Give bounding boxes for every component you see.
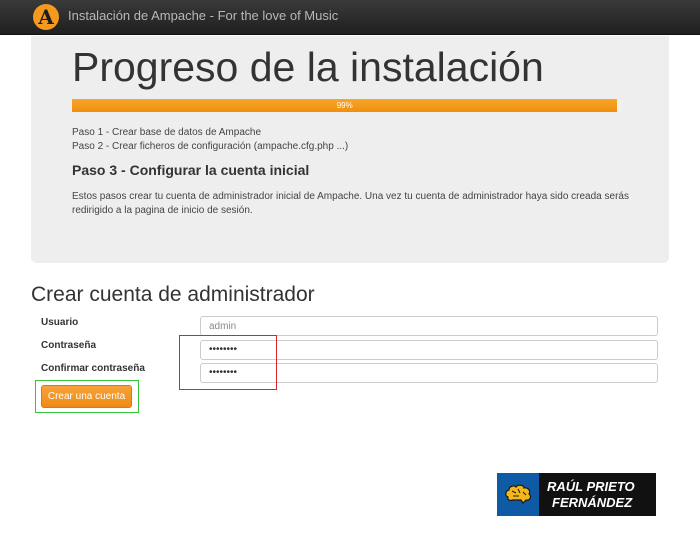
install-progress-bar: 99% — [72, 99, 623, 112]
current-step-heading: Paso 3 - Configurar la cuenta inicial — [72, 162, 310, 178]
author-name: RAÚL PRIETO FERNÁNDEZ — [539, 479, 635, 511]
app-title[interactable]: Instalación de Ampache - For the love of… — [68, 8, 338, 23]
username-input[interactable] — [200, 316, 658, 336]
create-account-button[interactable]: Crear una cuenta — [41, 385, 132, 408]
step-1-text: Paso 1 - Crear base de datos de Ampache — [72, 127, 262, 138]
author-watermark: RAÚL PRIETO FERNÁNDEZ — [497, 473, 656, 516]
username-label: Usuario — [41, 317, 79, 328]
progress-fill: 99% — [72, 99, 618, 112]
installation-progress-panel: Progreso de la instalación 99% Paso 1 - … — [31, 36, 669, 263]
page-title: Progreso de la instalación — [72, 44, 544, 90]
step-description: Estos pasos crear tu cuenta de administr… — [72, 191, 629, 216]
form-title: Crear cuenta de administrador — [31, 283, 315, 306]
author-line-2: FERNÁNDEZ — [552, 494, 633, 510]
password-highlight-box — [179, 335, 277, 390]
step-2-text: Paso 2 - Crear ficheros de configuración… — [72, 141, 349, 152]
confirm-password-label: Confirmar contraseña — [41, 363, 145, 374]
top-navbar: A Instalación de Ampache - For the love … — [0, 0, 700, 35]
author-line-1: RAÚL PRIETO — [547, 478, 635, 494]
brain-icon — [497, 473, 539, 516]
ampache-logo[interactable]: A — [33, 4, 59, 30]
password-label: Contraseña — [41, 340, 97, 351]
